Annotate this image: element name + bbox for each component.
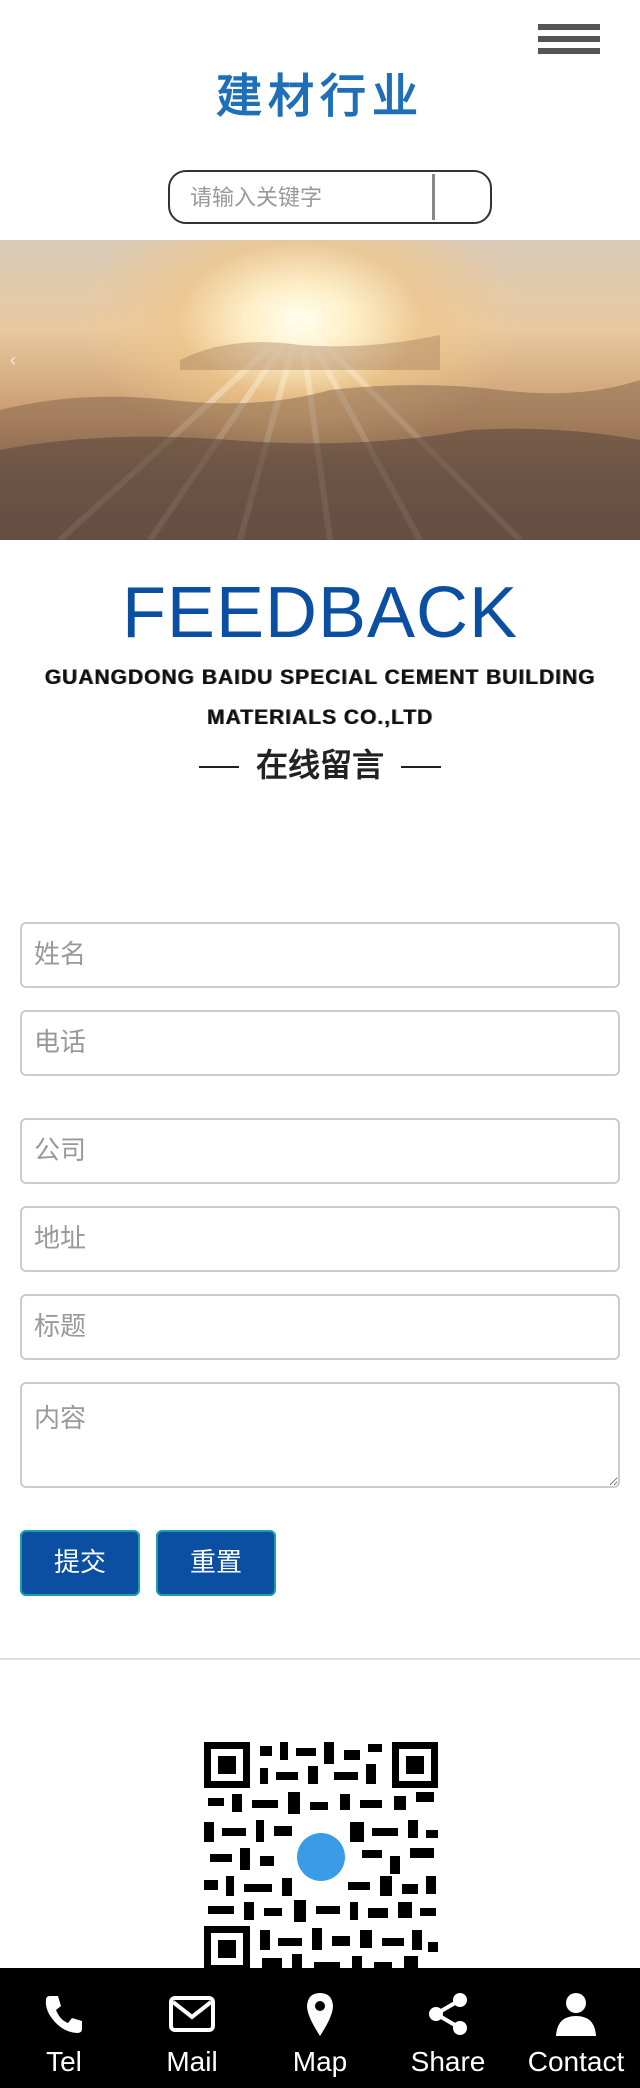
mail-icon [169, 1996, 215, 2032]
nav-mail[interactable]: Mail [128, 1968, 256, 2088]
search-icon[interactable] [436, 172, 490, 222]
nav-tel-label: Tel [46, 2046, 82, 2077]
nav-map-label: Map [292, 2046, 348, 2077]
hero-banner: ‹ [0, 240, 640, 540]
user-icon [556, 1993, 596, 2036]
hamburger-menu-icon[interactable] [538, 24, 600, 64]
nav-share[interactable]: Share [384, 1968, 512, 2088]
bottom-nav-bar: Tel Mail Map Share Contact [0, 1968, 640, 2088]
feedback-heading: FEEDBACK GUANGDONG BAIDU SPECIAL CEMENT … [0, 570, 640, 784]
qr-code [204, 1742, 438, 1972]
map-pin-icon [307, 1993, 333, 2036]
phone-icon [45, 1996, 82, 2033]
search-input[interactable] [190, 180, 440, 216]
search-box [168, 170, 492, 224]
nav-mail-label: Mail [166, 2046, 218, 2077]
reset-button[interactable]: 重置 [156, 1530, 276, 1596]
address-field[interactable] [20, 1206, 620, 1272]
search-divider [432, 174, 435, 220]
divider-line-right [401, 766, 442, 768]
share-icon [429, 1993, 467, 2035]
nav-contact-label: Contact [527, 2046, 625, 2077]
company-name: GUANGDONG BAIDU SPECIAL CEMENT BUILDING … [44, 666, 596, 729]
company-field[interactable] [20, 1118, 620, 1184]
nav-tel[interactable]: Tel [0, 1968, 128, 2088]
subtitle-text: 在线留言 [255, 746, 384, 784]
submit-button[interactable]: 提交 [20, 1530, 140, 1596]
name-field[interactable] [20, 922, 620, 988]
section-divider [0, 1658, 640, 1660]
nav-contact[interactable]: Contact [512, 1968, 640, 2088]
divider-line-left [198, 766, 239, 768]
subject-field[interactable] [20, 1294, 620, 1360]
qr-center-logo [297, 1833, 345, 1881]
nav-map[interactable]: Map [256, 1968, 384, 2088]
site-logo[interactable]: 建材行业 [0, 60, 640, 126]
phone-field[interactable] [20, 1010, 620, 1076]
banner-prev-arrow: ‹ [10, 350, 16, 370]
section-subtitle: 在线留言 [0, 740, 640, 786]
nav-share-label: Share [410, 2046, 486, 2077]
page-title: FEEDBACK [121, 573, 519, 653]
site-header: 建材行业 [0, 0, 640, 240]
content-field[interactable] [20, 1382, 620, 1488]
